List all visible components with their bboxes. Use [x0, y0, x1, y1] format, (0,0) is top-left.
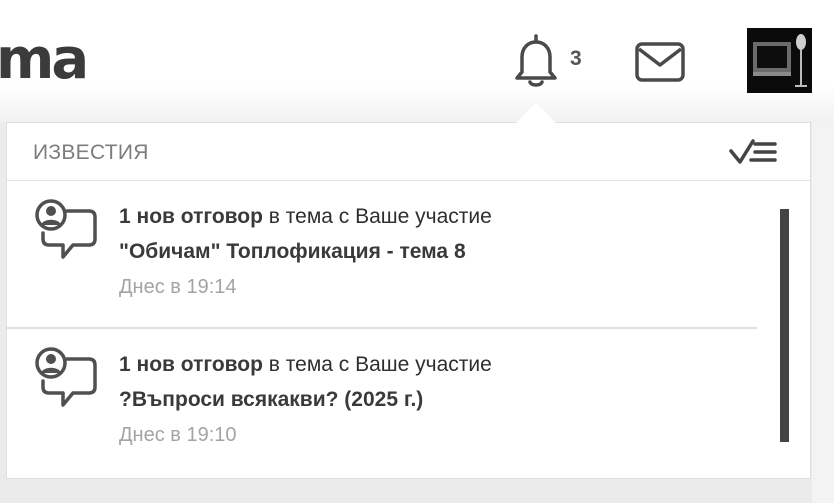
bell-icon[interactable]: [510, 32, 562, 88]
notification-topic-link[interactable]: "Обичам" Топлофикация - тема 8: [119, 240, 466, 264]
notification-context: в тема с Ваше участие: [262, 205, 492, 228]
user-reply-bubble-icon: [35, 199, 97, 259]
user-reply-bubble-icon: [35, 347, 97, 407]
notification-list: 1 нов отговор в тема с Ваше участие "Оби…: [7, 181, 767, 475]
user-avatar[interactable]: [747, 28, 812, 93]
scrollbar-thumb[interactable]: [780, 209, 789, 442]
notification-action: 1 нов отговор: [119, 205, 263, 228]
notification-context: в тема с Ваше участие: [262, 353, 492, 376]
site-logo[interactable]: ma: [0, 28, 89, 92]
site-header: ma 3: [0, 0, 834, 122]
notification-item[interactable]: 1 нов отговор в тема с Ваше участие ?Въп…: [7, 329, 757, 475]
panel-title: ИЗВЕСТИЯ: [33, 141, 149, 164]
mark-all-read-icon[interactable]: [729, 137, 777, 167]
notification-time: Днес в 19:10: [119, 424, 237, 446]
envelope-icon[interactable]: [634, 40, 686, 84]
notifications-panel: ИЗВЕСТИЯ 1 нов отговор в тема с Ваше уча…: [6, 122, 811, 479]
notification-count-badge[interactable]: 3: [570, 47, 582, 71]
notification-text: 1 нов отговор в тема с Ваше участие: [119, 353, 492, 377]
panel-header: ИЗВЕСТИЯ: [7, 123, 810, 181]
dropdown-caret: [516, 103, 556, 123]
notification-action: 1 нов отговор: [119, 353, 263, 376]
notification-text: 1 нов отговор в тема с Ваше участие: [119, 205, 492, 229]
notification-topic-link[interactable]: ?Въпроси всякакви? (2025 г.): [119, 388, 423, 412]
page-background-strip: [812, 122, 834, 503]
notification-item[interactable]: 1 нов отговор в тема с Ваше участие "Оби…: [7, 181, 757, 329]
notification-time: Днес в 19:14: [119, 276, 237, 298]
